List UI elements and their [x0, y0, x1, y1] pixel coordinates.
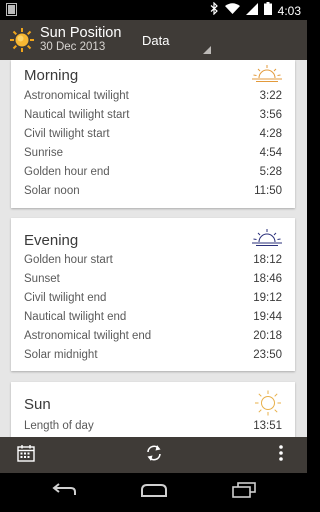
status-bar: 4:03	[0, 0, 307, 20]
app-title: Sun Position	[40, 25, 122, 41]
sunset-icon	[251, 228, 283, 248]
evening-card: Evening Golden hour start 18:12 Sunset 1…	[11, 218, 295, 371]
view-spinner[interactable]: Data	[135, 20, 213, 60]
wifi-icon	[224, 2, 240, 20]
spinner-arrow-icon	[203, 46, 211, 54]
list-item: Civil twilight start 4:28	[24, 128, 282, 140]
calendar-icon	[17, 444, 35, 467]
refresh-icon	[144, 443, 164, 468]
overflow-menu-button[interactable]	[268, 437, 294, 473]
list-item: Solar noon 11:50	[24, 185, 282, 197]
list-item: Golden hour end 5:28	[24, 166, 282, 178]
list-item: Nautical twilight end 19:44	[24, 311, 282, 323]
morning-card: Morning Astronomical twilight 3:22 Nauti…	[11, 60, 295, 208]
content-scroll[interactable]: Morning Astronomical twilight 3:22 Nauti…	[0, 60, 307, 437]
evening-title: Evening	[24, 232, 79, 249]
list-item: Solar midnight 23:50	[24, 349, 282, 361]
list-item: Astronomical twilight 3:22	[24, 90, 282, 102]
list-item: Length of day 13:51	[24, 420, 282, 432]
morning-title: Morning	[24, 67, 79, 84]
home-icon	[140, 483, 168, 502]
sun-logo-icon[interactable]	[10, 28, 34, 52]
sun-title: Sun	[24, 396, 51, 413]
home-button[interactable]	[130, 473, 178, 512]
recents-icon	[232, 482, 256, 503]
list-item: Civil twilight end 19:12	[24, 292, 282, 304]
list-item: Golden hour start 18:12	[24, 254, 282, 266]
sunrise-icon	[251, 64, 283, 84]
sun-card: Sun Length of day 13:51	[11, 382, 295, 437]
bluetooth-icon	[210, 1, 219, 20]
battery-icon	[263, 2, 272, 20]
list-item: Astronomical twilight end 20:18	[24, 330, 282, 342]
recents-button[interactable]	[220, 473, 268, 512]
list-item: Sunrise 4:54	[24, 147, 282, 159]
signal-icon	[245, 2, 258, 20]
clock: 4:03	[277, 4, 301, 18]
list-item: Sunset 18:46	[24, 273, 282, 285]
calendar-button[interactable]	[10, 437, 42, 473]
action-bar: Sun Position 30 Dec 2013 Data	[0, 20, 307, 60]
refresh-button[interactable]	[138, 437, 170, 473]
sun-icon	[253, 390, 283, 416]
notification-icon	[6, 3, 17, 21]
list-item: Nautical twilight start 3:56	[24, 109, 282, 121]
spinner-label: Data	[142, 33, 170, 48]
overflow-menu-icon	[278, 444, 284, 467]
bottom-action-bar	[0, 437, 307, 473]
back-icon	[51, 483, 77, 502]
system-nav-bar	[0, 473, 307, 512]
app-subtitle-date: 30 Dec 2013	[40, 41, 106, 53]
back-button[interactable]	[40, 473, 88, 512]
